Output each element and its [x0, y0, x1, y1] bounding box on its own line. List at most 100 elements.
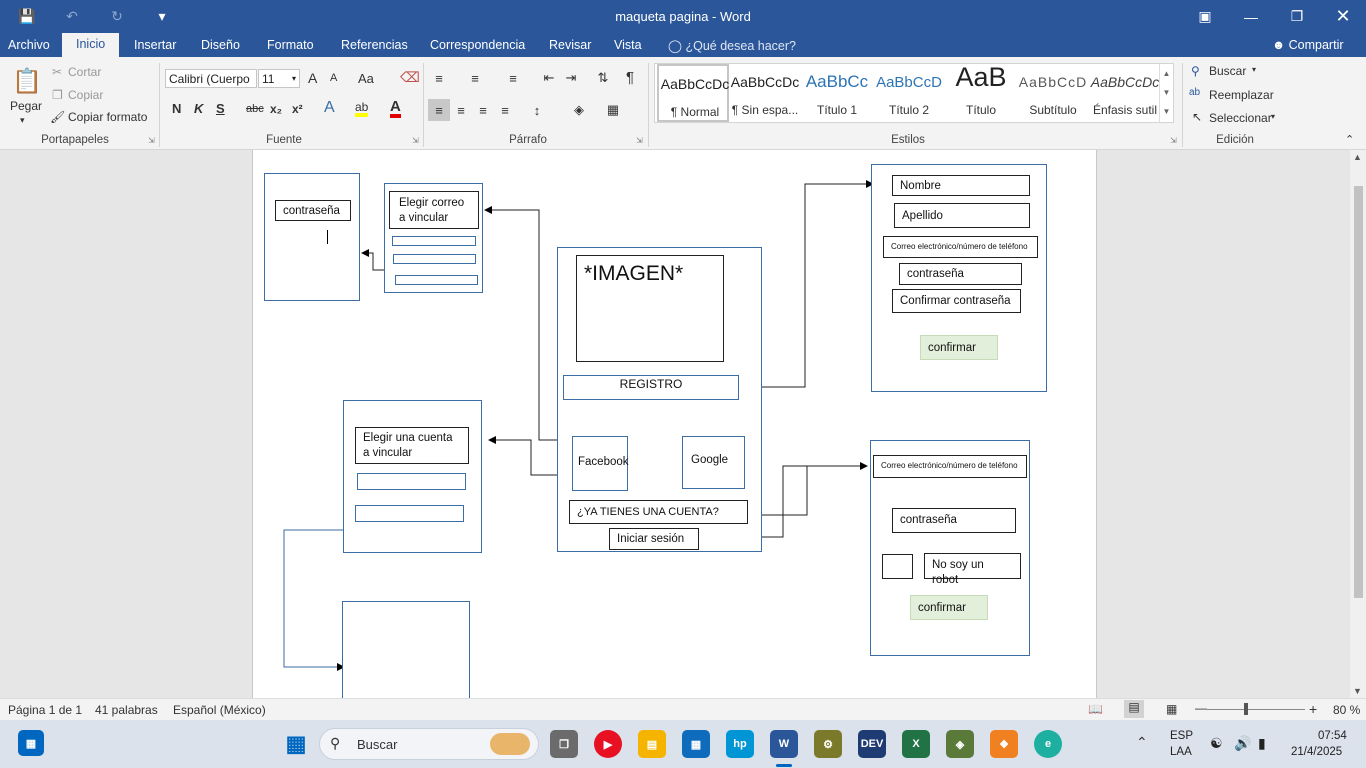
scroll-up-icon[interactable]: ▲: [1353, 152, 1362, 162]
style-no-spacing[interactable]: AaBbCcDc ¶ Sin espa...: [729, 64, 801, 122]
devcpp-icon[interactable]: DEV: [858, 730, 886, 758]
style-heading-2[interactable]: AaBbCcD Título 2: [873, 64, 945, 122]
app-icon[interactable]: ⚙: [814, 730, 842, 758]
restore-button[interactable]: ❐: [1274, 0, 1320, 33]
subscript-button[interactable]: x₂: [270, 102, 282, 116]
read-mode-icon[interactable]: 📖: [1088, 702, 1103, 716]
zoom-in-icon[interactable]: +: [1309, 701, 1317, 717]
font-name-select[interactable]: Calibri (Cuerpo: [165, 69, 257, 88]
align-center-icon[interactable]: ≡: [452, 101, 470, 119]
login-button[interactable]: Iniciar sesión: [609, 528, 699, 550]
replace-icon[interactable]: ab: [1189, 87, 1200, 98]
edge-icon[interactable]: e: [1034, 730, 1062, 758]
find-button[interactable]: Buscar: [1209, 64, 1246, 78]
search-icon[interactable]: ⚲: [1191, 64, 1200, 78]
copy-button[interactable]: Copiar: [68, 88, 103, 102]
select-button[interactable]: Seleccionar: [1209, 111, 1272, 125]
style-title[interactable]: AaB Título: [945, 62, 1017, 122]
dialog-launcher-icon[interactable]: ⇲: [1170, 136, 1177, 145]
tell-me-input[interactable]: ◯ ¿Qué desea hacer?: [668, 38, 796, 53]
language-code[interactable]: ESP: [1170, 730, 1193, 742]
align-left-icon[interactable]: ≡: [428, 99, 450, 121]
close-button[interactable]: ✕: [1320, 0, 1366, 33]
bullets-icon[interactable]: ≡: [430, 69, 448, 87]
word-count[interactable]: 41 palabras: [95, 703, 158, 717]
print-layout-icon[interactable]: ▤: [1124, 700, 1144, 718]
lastname-field[interactable]: Apellido: [894, 203, 1030, 228]
tab-formato[interactable]: Formato: [267, 38, 314, 52]
format-painter-icon[interactable]: 🖌: [50, 110, 65, 124]
account-option[interactable]: [357, 473, 466, 490]
confirm-button[interactable]: confirmar: [910, 595, 988, 620]
tab-insertar[interactable]: Insertar: [134, 38, 176, 52]
styles-scroll[interactable]: ▲ ▼ ▼: [1159, 64, 1173, 122]
tab-inicio[interactable]: Inicio: [62, 33, 120, 57]
shrink-font-button[interactable]: A: [330, 72, 337, 84]
collapse-ribbon-icon[interactable]: ⌃: [1345, 133, 1354, 146]
zoom-level[interactable]: 80 %: [1333, 703, 1360, 717]
cut-button[interactable]: Cortar: [68, 65, 101, 79]
email-phone-field[interactable]: Correo electrónico/número de teléfono: [873, 455, 1027, 478]
password-field[interactable]: contraseña: [275, 200, 351, 221]
dialog-launcher-icon[interactable]: ⇲: [148, 136, 155, 145]
name-field[interactable]: Nombre: [892, 175, 1030, 196]
web-layout-icon[interactable]: ▦: [1166, 702, 1177, 716]
password-field[interactable]: contraseña: [899, 263, 1022, 285]
file-explorer-icon[interactable]: ▤: [638, 730, 666, 758]
ribbon-display-icon[interactable]: ▣: [1182, 0, 1228, 33]
document-page[interactable]: contraseña Elegir correo a vincular *IMA…: [252, 150, 1097, 698]
grow-font-button[interactable]: A: [308, 70, 317, 86]
email-phone-field[interactable]: Correo electrónico/número de teléfono: [883, 236, 1038, 258]
tab-revisar[interactable]: Revisar: [549, 38, 591, 52]
captcha-checkbox[interactable]: [882, 554, 913, 579]
excel-app-icon[interactable]: X: [902, 730, 930, 758]
style-heading-1[interactable]: AaBbCc Título 1: [801, 64, 873, 122]
shading-icon[interactable]: ◈: [570, 101, 588, 119]
bold-button[interactable]: N: [172, 101, 181, 116]
font-color-button[interactable]: A: [390, 99, 401, 118]
select-icon[interactable]: ↖: [1192, 110, 1202, 124]
google-button[interactable]: Google: [682, 436, 745, 489]
media-player-icon[interactable]: ▶: [594, 730, 622, 758]
email-option[interactable]: [395, 275, 478, 285]
page-count[interactable]: Página 1 de 1: [8, 703, 82, 717]
zoom-slider[interactable]: [1207, 709, 1305, 710]
volume-icon[interactable]: 🔊: [1234, 735, 1251, 752]
register-button[interactable]: REGISTRO: [563, 375, 739, 400]
increase-indent-icon[interactable]: ⇥: [562, 69, 580, 87]
text-effects-button[interactable]: A: [324, 99, 335, 117]
hp-icon[interactable]: hp: [726, 730, 754, 758]
minimize-button[interactable]: —: [1228, 0, 1274, 33]
tab-vista[interactable]: Vista: [614, 38, 642, 52]
clock-time[interactable]: 07:54: [1318, 730, 1347, 742]
confirm-button[interactable]: confirmar: [920, 335, 998, 360]
zoom-out-icon[interactable]: —: [1195, 701, 1207, 715]
replace-button[interactable]: Reemplazar: [1209, 88, 1274, 102]
taskbar-search[interactable]: ⚲ Buscar: [319, 728, 539, 760]
show-marks-button[interactable]: ¶: [626, 69, 634, 86]
chevron-down-icon[interactable]: ▾: [1252, 65, 1256, 74]
chevron-up-icon[interactable]: ⌃: [1136, 734, 1148, 751]
clear-format-icon[interactable]: ⌫: [400, 69, 420, 86]
account-option[interactable]: [355, 505, 464, 522]
share-button[interactable]: ☻ Compartir: [1272, 38, 1344, 52]
multilevel-list-icon[interactable]: ≡: [504, 69, 522, 87]
language-indicator[interactable]: Español (México): [173, 703, 266, 717]
keyboard-layout[interactable]: LAA: [1170, 746, 1192, 758]
line-spacing-icon[interactable]: ↕: [528, 101, 546, 119]
confirm-password-field[interactable]: Confirmar contraseña: [892, 289, 1021, 313]
dialog-launcher-icon[interactable]: ⇲: [412, 136, 419, 145]
sort-icon[interactable]: ⇅: [594, 69, 612, 87]
clock-date[interactable]: 21/4/2025: [1291, 746, 1342, 758]
word-app-icon[interactable]: W: [770, 730, 798, 758]
wifi-icon[interactable]: ☯: [1210, 735, 1223, 752]
widgets-icon[interactable]: ▦: [18, 730, 44, 756]
email-option[interactable]: [392, 236, 476, 246]
paste-button[interactable]: Pegar: [10, 99, 42, 113]
xampp-icon[interactable]: ❖: [990, 730, 1018, 758]
chevron-down-icon[interactable]: ▾: [20, 115, 25, 126]
style-subtle-emphasis[interactable]: AaBbCcDc Énfasis sutil: [1089, 64, 1161, 122]
underline-button[interactable]: S: [216, 101, 225, 116]
tab-correspondencia[interactable]: Correspondencia: [430, 38, 525, 52]
facebook-button[interactable]: Facebook: [572, 436, 629, 491]
